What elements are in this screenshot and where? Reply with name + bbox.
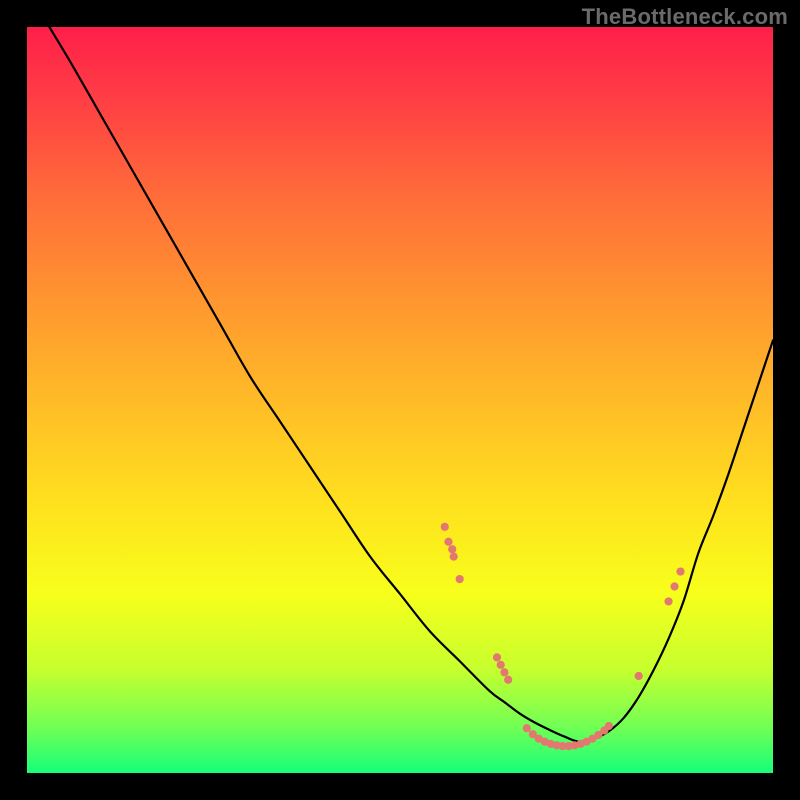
- plot-area: [27, 27, 773, 773]
- curve-svg: [27, 27, 773, 773]
- data-marker: [664, 597, 672, 605]
- data-marker: [523, 724, 531, 732]
- chart-container: TheBottleneck.com: [0, 0, 800, 800]
- watermark-text: TheBottleneck.com: [582, 4, 788, 30]
- data-marker: [605, 722, 613, 730]
- data-marker: [450, 553, 458, 561]
- data-marker: [670, 582, 678, 590]
- data-marker: [504, 676, 512, 684]
- data-marker: [448, 545, 456, 553]
- data-marker: [497, 661, 505, 669]
- data-marker: [456, 575, 464, 583]
- bottleneck-curve: [49, 27, 773, 742]
- data-marker: [444, 538, 452, 546]
- data-marker: [635, 672, 643, 680]
- data-marker: [441, 523, 449, 531]
- data-marker: [493, 653, 501, 661]
- data-marker: [676, 567, 684, 575]
- data-marker: [500, 668, 508, 676]
- data-markers: [441, 523, 685, 751]
